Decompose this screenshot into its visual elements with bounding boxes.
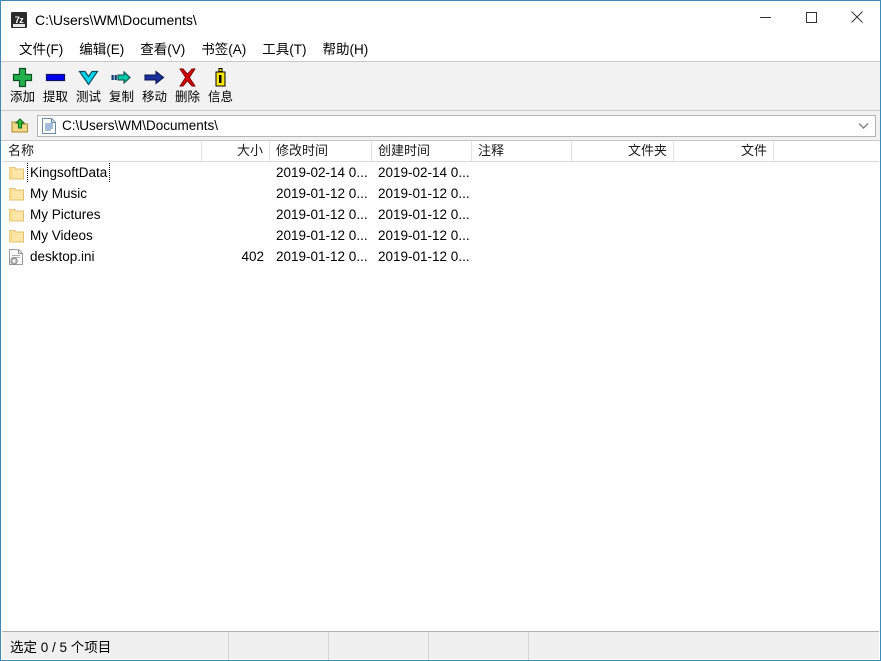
path-input[interactable]: C:\Users\WM\Documents\ <box>62 118 218 133</box>
plus-icon <box>9 66 37 88</box>
7z-icon-text: 7z <box>14 14 24 25</box>
extract-button-label: 提取 <box>42 90 68 104</box>
row-cell-created: 2019-01-12 0... <box>378 248 470 264</box>
row-cell-modified: 2019-01-12 0... <box>276 248 368 264</box>
table-row[interactable]: My Pictures 2019-01-12 0... 2019-01-12 0..… <box>2 204 879 225</box>
menu-item-file[interactable]: 文件(F) <box>11 39 71 61</box>
chevron-down-icon <box>75 66 103 88</box>
table-row[interactable]: My Videos 2019-01-12 0... 2019-01-12 0... <box>2 225 879 246</box>
menu-item-help[interactable]: 帮助(H) <box>315 39 377 61</box>
test-button-label: 测试 <box>75 90 101 104</box>
folder-icon <box>8 228 24 244</box>
status-panel-4 <box>529 632 880 660</box>
row-cell-modified: 2019-01-12 0... <box>276 206 368 222</box>
row-name-label: My Pictures <box>30 206 101 222</box>
table-row[interactable]: desktop.ini 402 2019-01-12 0... 2019-01-12 … <box>2 246 879 267</box>
status-panel-0: 选定 0 / 5 个项目 <box>2 631 229 660</box>
row-name-cell: My Music <box>2 184 202 204</box>
row-cell-modified: 2019-01-12 0... <box>276 185 368 201</box>
row-cell-created: 2019-01-12 0... <box>378 185 470 201</box>
row-name-cell: KingsoftData <box>2 162 202 183</box>
column-header-1[interactable]: 大小 <box>202 141 270 161</box>
row-name-label: KingsoftData <box>26 162 111 183</box>
address-bar: C:\Users\WM\Documents\ <box>1 111 880 141</box>
status-panel-2 <box>329 631 429 660</box>
add-button[interactable]: 添加 <box>6 64 39 109</box>
status-panel-3 <box>429 631 529 660</box>
close-button[interactable] <box>834 1 880 33</box>
row-name-cell: My Pictures <box>2 205 202 225</box>
delete-button[interactable]: 删除 <box>171 64 204 109</box>
menu-item-bookmarks[interactable]: 书签(A) <box>193 39 254 61</box>
status-bar: 选定 0 / 5 个项目 <box>2 631 880 660</box>
chevron-down-icon[interactable] <box>855 116 871 136</box>
row-cell-created: 2019-01-12 0... <box>378 206 470 222</box>
title-bar[interactable]: 7z C:\Users\WM\Documents\ <box>1 1 880 38</box>
info-button-label: 信息 <box>207 90 233 104</box>
copy-arrow-icon <box>108 66 136 88</box>
add-button-label: 添加 <box>9 90 35 104</box>
red-x-icon <box>174 66 202 88</box>
ini-file-icon <box>8 248 24 265</box>
file-list-header: 名称 大小 修改时间 创建时间 注释 文件夹 文件 <box>2 141 879 162</box>
column-header-4[interactable]: 注释 <box>472 141 572 161</box>
row-cell-modified: 2019-02-14 0... <box>276 164 368 180</box>
seven-zip-window: 7z C:\Users\WM\Documents\ 文件(F) 编辑(E) 查看… <box>0 0 881 661</box>
column-header-5[interactable]: 文件夹 <box>572 141 674 161</box>
delete-button-label: 删除 <box>174 90 200 104</box>
file-list-body: KingsoftData 2019-02-14 0... 2019-02-14 0.… <box>2 162 879 267</box>
minimize-button[interactable] <box>742 1 788 33</box>
info-icon <box>207 66 235 88</box>
move-arrow-icon <box>141 66 169 88</box>
move-button-label: 移动 <box>141 90 167 104</box>
table-row[interactable]: My Music 2019-01-12 0... 2019-01-12 0... <box>2 183 879 204</box>
file-list[interactable]: 名称 大小 修改时间 创建时间 注释 文件夹 文件 KingsoftData 2019-02-… <box>2 141 879 630</box>
document-icon <box>40 116 58 136</box>
up-one-level-icon[interactable] <box>7 114 33 138</box>
row-name-label: My Videos <box>30 227 93 243</box>
copy-button[interactable]: 复制 <box>105 64 138 109</box>
row-cell-created: 2019-02-14 0... <box>378 164 470 180</box>
table-row[interactable]: KingsoftData 2019-02-14 0... 2019-02-14 0.… <box>2 162 879 183</box>
copy-button-label: 复制 <box>108 90 134 104</box>
info-button[interactable]: 信息 <box>204 64 237 109</box>
folder-icon <box>8 165 24 181</box>
folder-icon <box>8 207 24 223</box>
column-header-3[interactable]: 创建时间 <box>372 141 472 161</box>
column-header-2[interactable]: 修改时间 <box>270 141 372 161</box>
window-controls <box>742 1 880 33</box>
menu-item-edit[interactable]: 编辑(E) <box>71 39 132 61</box>
row-name-label: desktop.ini <box>30 248 95 264</box>
minus-icon <box>42 66 70 88</box>
menu-item-tools[interactable]: 工具(T) <box>254 39 314 61</box>
menu-bar: 文件(F) 编辑(E) 查看(V) 书签(A) 工具(T) 帮助(H) <box>1 38 880 62</box>
row-name-cell: My Videos <box>2 226 202 246</box>
column-header-6[interactable]: 文件 <box>674 141 774 161</box>
maximize-button[interactable] <box>788 1 834 33</box>
column-header-0[interactable]: 名称 <box>2 141 202 161</box>
toolbar: 添加 提取 测试 复制 移动 删除 信息 <box>1 62 880 111</box>
path-combobox[interactable]: C:\Users\WM\Documents\ <box>37 114 876 137</box>
folder-icon <box>8 186 24 202</box>
extract-button[interactable]: 提取 <box>39 64 72 109</box>
window-title: C:\Users\WM\Documents\ <box>35 11 197 28</box>
row-name-label: My Music <box>30 185 87 201</box>
menu-item-view[interactable]: 查看(V) <box>132 39 193 61</box>
move-button[interactable]: 移动 <box>138 64 171 109</box>
test-button[interactable]: 测试 <box>72 64 105 109</box>
7z-icon: 7z <box>11 11 27 28</box>
row-name-cell: desktop.ini <box>2 247 202 267</box>
row-cell-created: 2019-01-12 0... <box>378 227 470 243</box>
row-cell-modified: 2019-01-12 0... <box>276 227 368 243</box>
row-cell-size: 402 <box>241 248 264 264</box>
status-panel-1 <box>229 631 329 660</box>
